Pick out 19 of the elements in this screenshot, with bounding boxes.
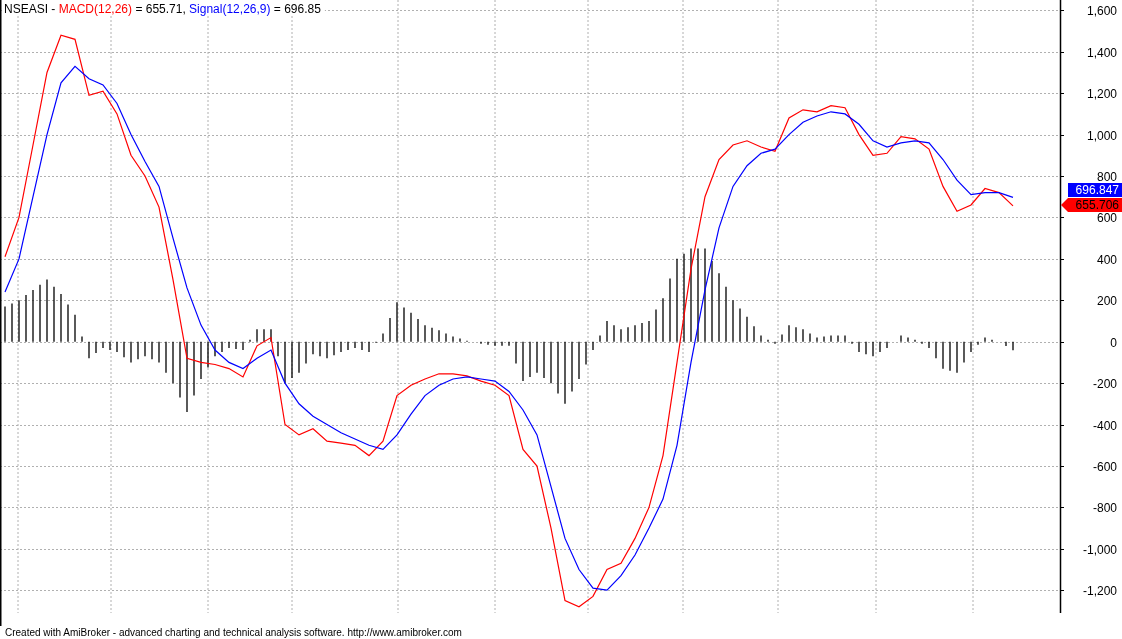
y-axis-label: 1,000 <box>1086 128 1117 143</box>
y-axis-label: 200 <box>1096 293 1117 308</box>
value-badge: 655.706 <box>1061 198 1122 212</box>
y-axis-label: -400 <box>1092 418 1117 433</box>
y-axis-label: -800 <box>1092 500 1117 515</box>
y-axis-label: 400 <box>1096 252 1117 267</box>
chart-title: NSEASI - MACD(12,26) = 655.71, Signal(12,26,9) = 696.85 <box>4 2 321 16</box>
y-axis-label: 800 <box>1096 169 1117 184</box>
y-axis-label: 0 <box>1110 335 1117 350</box>
y-axis-label: 600 <box>1096 210 1117 225</box>
y-axis-label: 1,200 <box>1086 86 1117 101</box>
y-axis-label: -1,000 <box>1082 542 1117 557</box>
y-axis-label: 1,600 <box>1086 3 1117 18</box>
y-axis-label: -600 <box>1092 459 1117 474</box>
y-axis-label: -1,200 <box>1082 583 1117 598</box>
y-axis-label: 1,400 <box>1086 45 1117 60</box>
footer-credit: Created with AmiBroker - advanced charting and technical analysis software. http://www.amibroker.com <box>4 626 463 639</box>
y-axis-label: -200 <box>1092 376 1117 391</box>
value-badge: 696.847 <box>1068 183 1122 197</box>
